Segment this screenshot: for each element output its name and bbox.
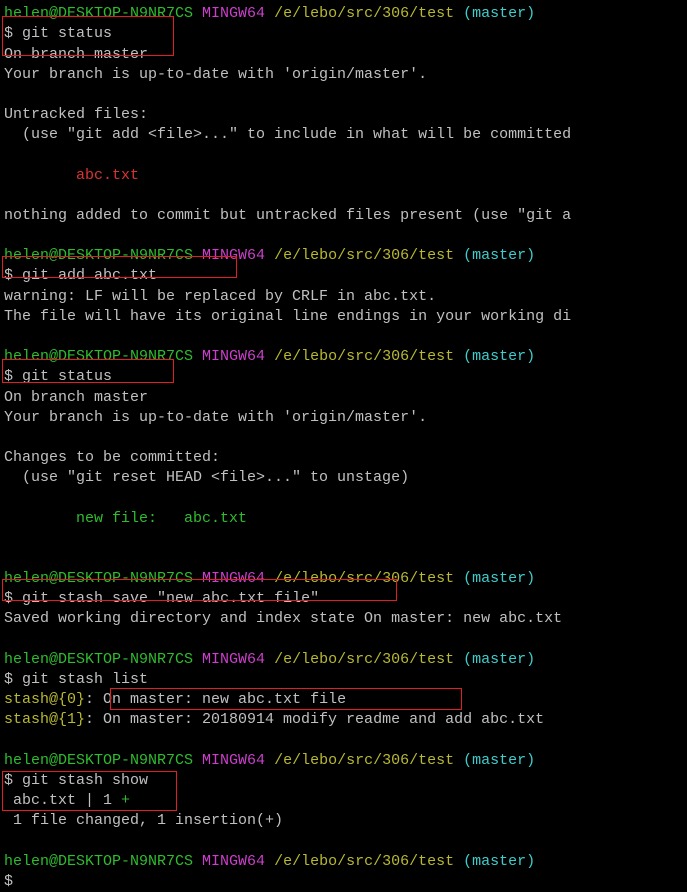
branch-name: (master) (463, 651, 535, 668)
command-text: git status (22, 368, 112, 385)
prompt-dollar: $ (4, 873, 13, 890)
user-host: helen@DESKTOP-N9NR7CS (4, 853, 193, 870)
stash-msg: On master: new abc.txt file (103, 691, 346, 708)
output-line: Your branch is up-to-date with 'origin/m… (4, 65, 687, 85)
stash-ref: stash@{0} (4, 691, 85, 708)
branch-name: (master) (463, 853, 535, 870)
command-line[interactable]: $ git add abc.txt (4, 266, 687, 286)
cwd-path: /e/lebo/src/306/test (274, 853, 454, 870)
prompt-line: helen@DESKTOP-N9NR7CS MINGW64 /e/lebo/sr… (4, 569, 687, 589)
mingw-tag: MINGW64 (202, 5, 265, 22)
prompt-dollar: $ (4, 25, 13, 42)
cwd-path: /e/lebo/src/306/test (274, 570, 454, 587)
output-line: nothing added to commit but untracked fi… (4, 206, 687, 226)
prompt-dollar: $ (4, 772, 13, 789)
mingw-tag: MINGW64 (202, 651, 265, 668)
mingw-tag: MINGW64 (202, 348, 265, 365)
prompt-dollar: $ (4, 671, 13, 688)
prompt-dollar: $ (4, 267, 13, 284)
command-text: git stash show (22, 772, 148, 789)
stash-ref: stash@{1} (4, 711, 85, 728)
output-line: The file will have its original line end… (4, 307, 687, 327)
output-line: Untracked files: (4, 105, 687, 125)
prompt-line: helen@DESKTOP-N9NR7CS MINGW64 /e/lebo/sr… (4, 650, 687, 670)
stash-msg: : On master: 20180914 modify readme and … (85, 711, 544, 728)
branch-name: (master) (463, 247, 535, 264)
diffstat-line: abc.txt | 1 + (4, 791, 687, 811)
command-line[interactable]: $ git stash list (4, 670, 687, 690)
output-line: warning: LF will be replaced by CRLF in … (4, 287, 687, 307)
branch-name: (master) (463, 752, 535, 769)
cwd-path: /e/lebo/src/306/test (274, 348, 454, 365)
command-text: git add abc.txt (22, 267, 157, 284)
branch-name: (master) (463, 5, 535, 22)
prompt-dollar: $ (4, 368, 13, 385)
user-host: helen@DESKTOP-N9NR7CS (4, 570, 193, 587)
output-line: On branch master (4, 388, 687, 408)
output-line: Changes to be committed: (4, 448, 687, 468)
command-line[interactable]: $ git stash show (4, 771, 687, 791)
user-host: helen@DESKTOP-N9NR7CS (4, 5, 193, 22)
user-host: helen@DESKTOP-N9NR7CS (4, 348, 193, 365)
plus-icon: + (121, 792, 130, 809)
staged-file: new file: abc.txt (4, 509, 687, 529)
mingw-tag: MINGW64 (202, 247, 265, 264)
prompt-line: helen@DESKTOP-N9NR7CS MINGW64 /e/lebo/sr… (4, 347, 687, 367)
user-host: helen@DESKTOP-N9NR7CS (4, 247, 193, 264)
output-line: Your branch is up-to-date with 'origin/m… (4, 408, 687, 428)
command-line[interactable]: $ git stash save "new abc.txt file" (4, 589, 687, 609)
user-host: helen@DESKTOP-N9NR7CS (4, 752, 193, 769)
command-line[interactable]: $ (4, 872, 687, 892)
mingw-tag: MINGW64 (202, 570, 265, 587)
cwd-path: /e/lebo/src/306/test (274, 5, 454, 22)
output-line: 1 file changed, 1 insertion(+) (4, 811, 687, 831)
cwd-path: /e/lebo/src/306/test (274, 247, 454, 264)
prompt-dollar: $ (4, 590, 13, 607)
prompt-line: helen@DESKTOP-N9NR7CS MINGW64 /e/lebo/sr… (4, 246, 687, 266)
output-line: (use "git add <file>..." to include in w… (4, 125, 687, 145)
command-line[interactable]: $ git status (4, 367, 687, 387)
mingw-tag: MINGW64 (202, 752, 265, 769)
prompt-line: helen@DESKTOP-N9NR7CS MINGW64 /e/lebo/sr… (4, 751, 687, 771)
mingw-tag: MINGW64 (202, 853, 265, 870)
output-line: (use "git reset HEAD <file>..." to unsta… (4, 468, 687, 488)
command-text: git stash save "new abc.txt file" (22, 590, 319, 607)
stash-entry: stash@{1}: On master: 20180914 modify re… (4, 710, 687, 730)
command-text: git status (22, 25, 112, 42)
prompt-line: helen@DESKTOP-N9NR7CS MINGW64 /e/lebo/sr… (4, 852, 687, 872)
output-line: Saved working directory and index state … (4, 609, 687, 629)
untracked-file: abc.txt (4, 166, 687, 186)
user-host: helen@DESKTOP-N9NR7CS (4, 651, 193, 668)
output-line: On branch master (4, 45, 687, 65)
cwd-path: /e/lebo/src/306/test (274, 651, 454, 668)
prompt-line: helen@DESKTOP-N9NR7CS MINGW64 /e/lebo/sr… (4, 4, 687, 24)
cwd-path: /e/lebo/src/306/test (274, 752, 454, 769)
branch-name: (master) (463, 348, 535, 365)
command-text: git stash list (22, 671, 148, 688)
command-line[interactable]: $ git status (4, 24, 687, 44)
branch-name: (master) (463, 570, 535, 587)
stash-entry: stash@{0}: On master: new abc.txt file (4, 690, 687, 710)
